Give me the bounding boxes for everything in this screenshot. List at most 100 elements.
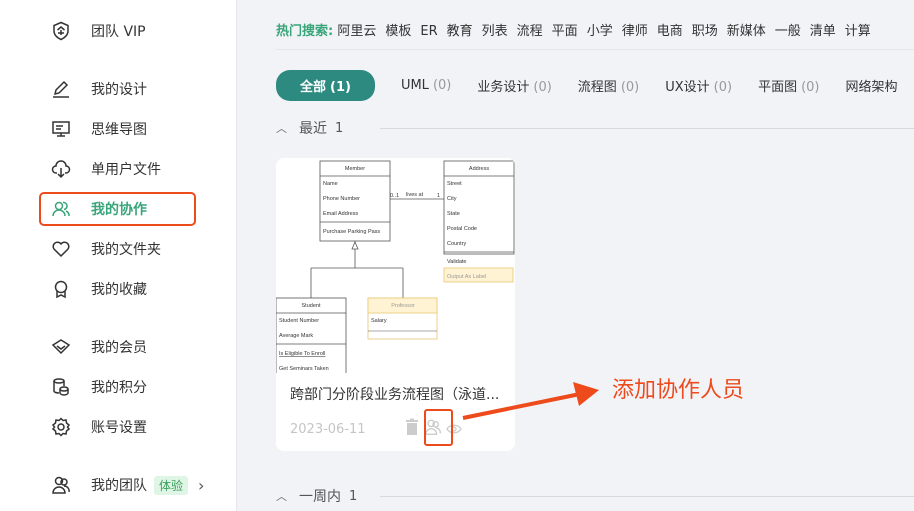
section-count: 1 — [335, 120, 344, 136]
class-field: Email Address — [323, 211, 358, 217]
tab-label: UML — [400, 78, 429, 93]
trial-badge: 体验 — [154, 475, 189, 495]
tab-label: 流程图 — [577, 80, 617, 95]
sidebar-item-label: 团队 VIP — [91, 24, 146, 40]
sidebar-item-my-favorites[interactable]: 我的收藏 — [50, 277, 147, 301]
sidebar-item-mind-map[interactable]: 思维导图 — [50, 117, 147, 141]
sidebar-item-my-folders[interactable]: 我的文件夹 — [50, 237, 161, 261]
tab-3[interactable]: 流程图 (0) — [578, 76, 639, 95]
tab-5[interactable]: 平面图 (0) — [758, 76, 819, 95]
hot-search-keyword[interactable]: ER — [420, 24, 437, 39]
class-title: Student — [302, 303, 321, 309]
tab-label: 网络架构 — [845, 80, 898, 95]
highlight-box — [424, 409, 453, 446]
class-title: Member — [345, 166, 365, 172]
hot-search-keyword[interactable]: 计算 — [845, 24, 871, 39]
hot-search-keyword[interactable]: 清单 — [810, 24, 836, 39]
class-field: Name — [323, 181, 338, 187]
monitor-icon — [50, 118, 72, 140]
hot-search-keyword[interactable]: 律师 — [622, 24, 648, 39]
hot-search-keyword[interactable]: 平面 — [552, 24, 578, 39]
sidebar-item-label: 思维导图 — [91, 122, 147, 138]
class-method: Validate — [447, 259, 466, 265]
class-field: State — [447, 211, 460, 217]
class-field: Street — [447, 181, 462, 187]
sidebar-item-account-settings[interactable]: 账号设置 — [50, 415, 147, 439]
hot-search-keyword[interactable]: 新媒体 — [727, 24, 766, 39]
diamond-icon — [50, 336, 72, 358]
tab-0[interactable]: 全部 (1) — [276, 70, 375, 101]
class-field: Student Number — [279, 318, 319, 324]
class-field: Average Mark — [279, 333, 313, 339]
pencil-icon — [50, 78, 72, 100]
class-method: Get Seminars Taken — [279, 366, 329, 372]
enterprise-shield-icon — [50, 20, 72, 42]
hot-search-keyword[interactable]: 流程 — [517, 24, 543, 39]
class-method: Is Eligible To Enroll — [279, 351, 325, 357]
hot-search-keyword[interactable]: 电商 — [657, 24, 683, 39]
hot-search-keyword[interactable]: 一般 — [775, 24, 801, 39]
tab-label: 平面图 — [758, 80, 798, 95]
tab-2[interactable]: 业务设计 (0) — [477, 76, 551, 95]
section-week[interactable]: ︿ 一周内 1 — [276, 486, 357, 506]
tab-count: (0) — [713, 80, 733, 95]
chevron-up-icon[interactable]: ︿ — [276, 488, 287, 504]
sidebar-item-my-designs[interactable]: 我的设计 — [50, 77, 147, 101]
trash-icon[interactable] — [404, 418, 420, 440]
annotation-arrow — [462, 382, 599, 420]
tab-label: 全部 — [300, 80, 327, 95]
class-title: Address — [469, 166, 489, 172]
divider — [380, 128, 914, 129]
chevron-right-icon[interactable]: › — [198, 476, 204, 495]
class-method: Output As Label — [447, 274, 486, 280]
hot-search-keyword[interactable]: 教育 — [447, 24, 473, 39]
sidebar-item-label: 我的团队 — [91, 478, 147, 494]
annotation-text: 添加协作人员 — [612, 378, 745, 403]
tab-count: (0) — [620, 80, 640, 95]
sidebar-item-team-vip[interactable]: 团队 VIP — [50, 19, 146, 43]
cloud-download-icon — [50, 158, 72, 180]
tab-1[interactable]: UML (0) — [401, 78, 451, 93]
hot-search-keyword[interactable]: 小学 — [587, 24, 613, 39]
tab-count: (1) — [330, 80, 351, 95]
sidebar-item-label: 我的文件夹 — [91, 242, 161, 258]
class-field: Phone Number — [323, 196, 360, 202]
heart-icon — [50, 238, 72, 260]
hot-search-keyword[interactable]: 职场 — [692, 24, 718, 39]
team-icon — [50, 474, 72, 496]
class-field: Salary — [371, 318, 387, 324]
sidebar-item-label: 单用户文件 — [91, 162, 161, 178]
sidebar-item-label: 我的收藏 — [91, 282, 147, 298]
class-field: Country — [447, 241, 467, 247]
tab-count: (0) — [432, 78, 452, 93]
class-field: City — [447, 196, 457, 202]
sidebar-item-my-points[interactable]: 我的积分 — [50, 375, 147, 399]
hot-search-keyword[interactable]: 模板 — [385, 24, 411, 39]
association-label: lives at — [406, 192, 424, 198]
hot-search-keyword[interactable]: 阿里云 — [337, 24, 376, 39]
file-date: 2023-06-11 — [290, 422, 366, 437]
class-title: Professor — [391, 303, 415, 309]
hot-search-keyword[interactable]: 列表 — [482, 24, 508, 39]
tab-label: 业务设计 — [477, 80, 530, 95]
divider — [276, 49, 914, 50]
sidebar: 团队 VIP 我的设计 思维导图 单用户文件 我的协作 我的文件夹 我的收藏 我… — [0, 0, 237, 511]
sidebar-item-single-user-files[interactable]: 单用户文件 — [50, 157, 161, 181]
divider — [380, 496, 914, 497]
hot-search-label: 热门搜索: — [276, 24, 334, 39]
sidebar-item-label: 我的积分 — [91, 380, 147, 396]
sidebar-item-my-membership[interactable]: 我的会员 — [50, 335, 147, 359]
tab-count: (0) — [533, 80, 552, 95]
diagram-thumbnail: Member Name Phone Number Email Address P… — [276, 158, 515, 379]
highlight-box — [39, 192, 196, 226]
tab-4[interactable]: UX设计 (0) — [665, 76, 732, 95]
chevron-up-icon[interactable]: ︿ — [276, 120, 287, 136]
section-recent[interactable]: ︿ 最近 1 — [276, 118, 343, 138]
multiplicity: 0..1 — [390, 193, 399, 199]
tab-6[interactable]: 网络架构 — [846, 76, 902, 95]
section-label: 一周内 — [299, 489, 341, 505]
tab-label: UX设计 — [665, 80, 710, 95]
class-field: Postal Code — [447, 226, 477, 232]
sidebar-item-my-team[interactable]: 我的团队 体验 › — [50, 473, 204, 497]
category-tabs: 全部 (1) UML (0) 业务设计 (0) 流程图 (0) UX设计 (0) 平面图 (0) 网络架… — [276, 70, 914, 101]
